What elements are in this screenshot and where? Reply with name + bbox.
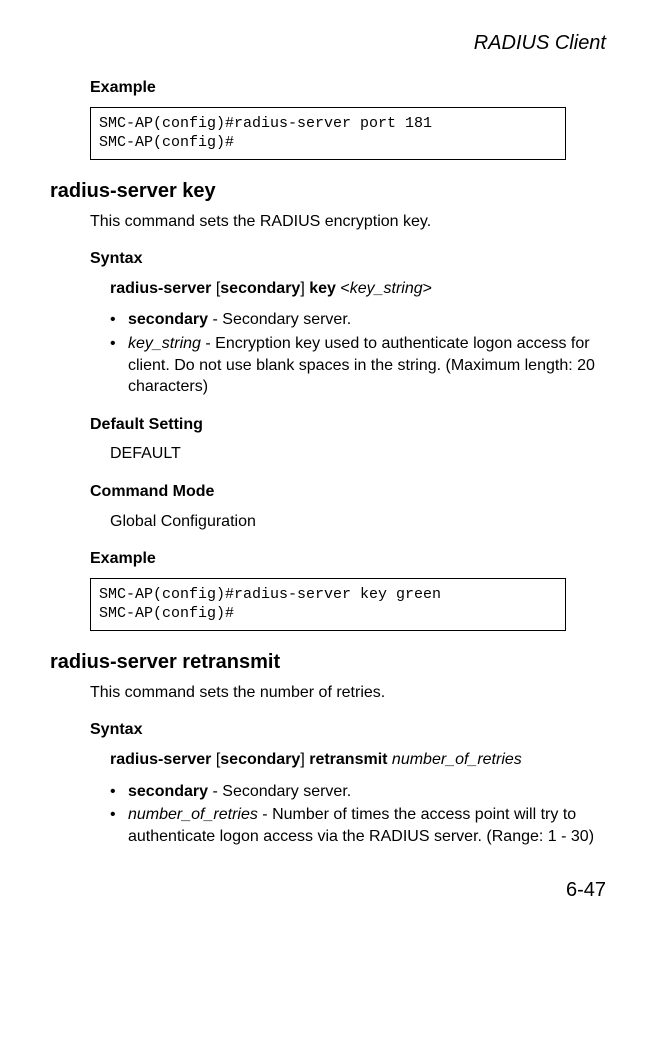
code-box-2: SMC-AP(config)#radius-server key green S…	[90, 578, 566, 631]
example-label-1: Example	[90, 77, 606, 99]
syntax-label-key: Syntax	[90, 248, 606, 270]
bullet-list-key: secondary - Secondary server. key_string…	[50, 309, 606, 397]
command-mode-label: Command Mode	[90, 481, 606, 503]
desc-radius-server-retransmit: This command sets the number of retries.	[90, 682, 606, 704]
code-box-1: SMC-AP(config)#radius-server port 181 SM…	[90, 107, 566, 160]
heading-radius-server-retransmit: radius-server retransmit	[50, 649, 606, 676]
bullet-retransmit-0: secondary - Secondary server.	[110, 781, 606, 803]
bullet-list-retransmit: secondary - Secondary server. number_of_…	[50, 781, 606, 848]
syntax-label-retransmit: Syntax	[90, 719, 606, 741]
bullet-retransmit-1: number_of_retries - Number of times the …	[110, 804, 606, 847]
default-setting-value: DEFAULT	[110, 443, 606, 465]
desc-radius-server-key: This command sets the RADIUS encryption …	[90, 211, 606, 233]
syntax-line-retransmit: radius-server [secondary] retransmit num…	[110, 749, 606, 771]
heading-radius-server-key: radius-server key	[50, 178, 606, 205]
page-header-title: RADIUS Client	[50, 30, 606, 57]
bullet-key-0: secondary - Secondary server.	[110, 309, 606, 331]
bullet-key-1: key_string - Encryption key used to auth…	[110, 333, 606, 398]
example-label-2: Example	[90, 548, 606, 570]
default-setting-label: Default Setting	[90, 414, 606, 436]
command-mode-value: Global Configuration	[110, 511, 606, 533]
page-number: 6-47	[50, 877, 606, 904]
syntax-line-key: radius-server [secondary] key <key_strin…	[110, 278, 606, 300]
